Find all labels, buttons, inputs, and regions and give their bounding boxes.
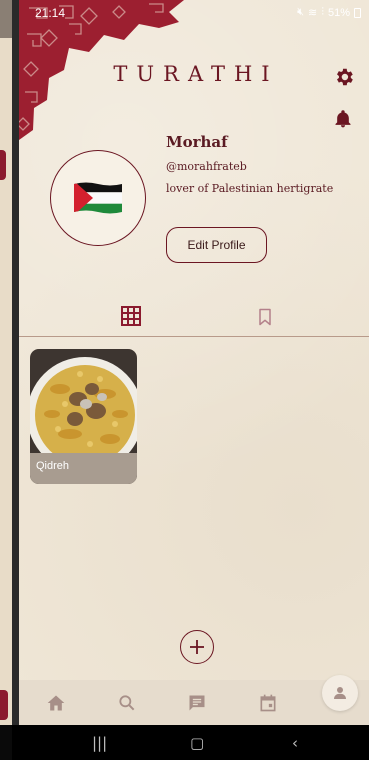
gear-icon[interactable]	[333, 66, 355, 88]
plus-icon	[190, 640, 204, 654]
profile-bio: lover of Palestinian hertigrate	[166, 182, 334, 195]
bookmark-icon[interactable]	[255, 306, 275, 328]
post-card[interactable]: Qidreh	[30, 349, 137, 484]
wifi-icon: ≋	[308, 7, 318, 19]
battery-icon	[354, 7, 361, 18]
status-time: 21:14	[35, 6, 66, 20]
palestine-flag-icon	[74, 182, 122, 214]
post-caption: Qidreh	[36, 460, 70, 472]
tabs-divider	[19, 336, 369, 337]
previous-screen-ornament	[0, 690, 8, 720]
previous-screen-edge	[0, 0, 12, 725]
avatar[interactable]	[50, 150, 146, 246]
previous-screen-nav	[0, 725, 12, 760]
back-button[interactable]: ‹	[292, 734, 298, 752]
previous-screen-ornament	[0, 150, 6, 180]
status-indicators: 🔇︎ ≋ ⫶ 51%	[297, 6, 361, 19]
home-icon[interactable]	[46, 693, 66, 713]
profile-name: Morhaf	[166, 133, 228, 151]
edit-profile-button[interactable]: Edit Profile	[166, 227, 267, 263]
bell-icon[interactable]	[333, 108, 353, 130]
add-post-button[interactable]	[180, 630, 214, 664]
system-navigation-bar: ||| ▢ ‹	[12, 725, 369, 760]
battery-percent: 51%	[327, 6, 350, 19]
profile-screen: 21:14 🔇︎ ≋ ⫶ 51% TURATHI Morhaf @morahfr…	[19, 0, 369, 725]
chat-icon[interactable]	[187, 693, 207, 713]
profile-handle: @morahfrateb	[166, 160, 247, 173]
signal-icon: ⫶	[321, 6, 324, 18]
mute-icon: 🔇︎	[297, 6, 304, 18]
search-icon[interactable]	[117, 693, 137, 713]
recents-button[interactable]: |||	[92, 734, 107, 752]
grid-icon[interactable]	[119, 304, 143, 328]
previous-screen-header	[0, 0, 12, 38]
status-bar: 21:14 🔇︎ ≋ ⫶ 51%	[19, 0, 369, 26]
calendar-icon[interactable]	[258, 693, 278, 713]
home-button[interactable]: ▢	[190, 734, 204, 752]
bottom-nav	[19, 680, 369, 725]
profile-nav-button[interactable]	[322, 675, 358, 711]
person-icon	[334, 687, 346, 699]
app-title: TURATHI	[113, 62, 279, 86]
